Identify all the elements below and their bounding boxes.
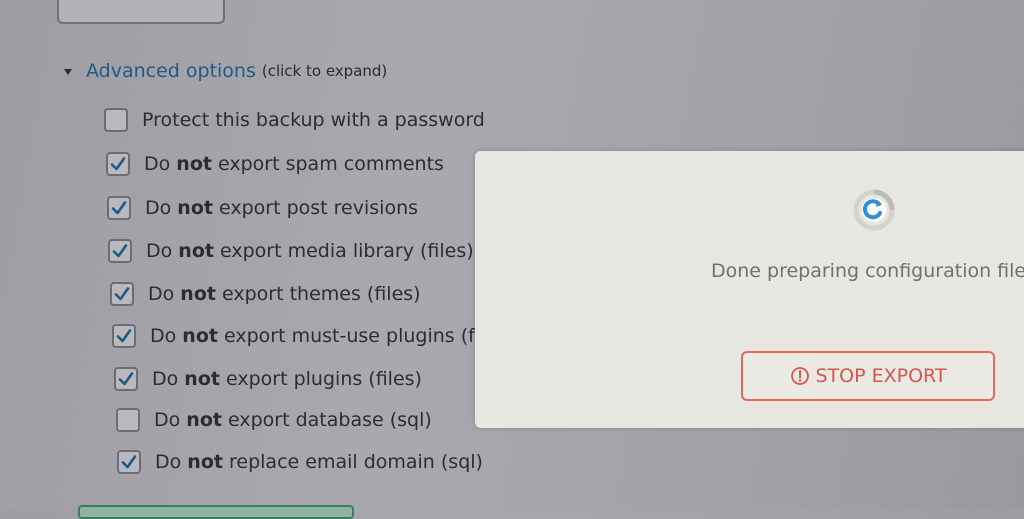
stop-export-label: STOP EXPORT	[815, 365, 947, 387]
option-label: Do not replace email domain (sql)	[155, 451, 483, 473]
advanced-options-title: Advanced options	[86, 60, 256, 82]
option-label: Do not export must-use plugins (f	[150, 325, 475, 347]
option-label: Do not export database (sql)	[154, 409, 432, 431]
option-label: Do not export spam comments	[144, 153, 444, 175]
option-no-media-library[interactable]: Do not export media library (files)	[108, 239, 474, 263]
checkbox[interactable]	[116, 408, 140, 432]
warning-circle-icon	[790, 367, 809, 385]
checkmark-icon	[112, 244, 128, 258]
option-label: Do not export media library (files)	[146, 240, 474, 262]
checkbox[interactable]	[106, 152, 130, 176]
checkbox[interactable]	[117, 450, 141, 474]
advanced-options-hint: (click to expand)	[261, 62, 388, 80]
checkmark-icon	[114, 287, 130, 301]
option-label: Do not export post revisions	[145, 197, 419, 219]
caret-down-icon	[64, 69, 72, 75]
checkmark-icon	[121, 455, 137, 469]
option-no-replace-email-domain[interactable]: Do not replace email domain (sql)	[117, 450, 483, 474]
option-no-mu-plugins[interactable]: Do not export must-use plugins (f	[112, 324, 475, 348]
option-label: Protect this backup with a password	[142, 109, 485, 131]
option-label: Do not export themes (files)	[148, 283, 421, 305]
checkmark-icon	[118, 372, 134, 386]
option-no-plugins[interactable]: Do not export plugins (files)	[114, 367, 422, 391]
checkbox[interactable]	[114, 367, 138, 391]
checkmark-icon	[110, 157, 126, 171]
checkbox[interactable]	[112, 324, 136, 348]
checkbox[interactable]	[110, 282, 134, 306]
option-no-spam-comments[interactable]: Do not export spam comments	[106, 152, 444, 176]
stop-export-button[interactable]: STOP EXPORT	[741, 351, 995, 401]
loading-spinner-icon	[853, 189, 895, 231]
option-no-themes[interactable]: Do not export themes (files)	[110, 282, 421, 306]
export-status-text: Done preparing configuration file	[711, 260, 1024, 282]
add-button[interactable]	[57, 0, 225, 24]
checkbox[interactable]	[104, 108, 128, 132]
checkmark-icon	[111, 201, 127, 215]
submit-button-partial[interactable]	[78, 505, 354, 519]
option-no-post-revisions[interactable]: Do not export post revisions	[107, 196, 418, 220]
option-no-database[interactable]: Do not export database (sql)	[116, 408, 432, 432]
checkbox[interactable]	[107, 196, 131, 220]
checkmark-icon	[116, 329, 132, 343]
option-protect-password[interactable]: Protect this backup with a password	[104, 108, 485, 132]
checkbox[interactable]	[108, 239, 132, 263]
option-label: Do not export plugins (files)	[152, 368, 422, 390]
export-progress-modal: Done preparing configuration file STOP E…	[475, 151, 1024, 428]
advanced-options-toggle[interactable]: Advanced options (click to expand)	[64, 60, 387, 82]
